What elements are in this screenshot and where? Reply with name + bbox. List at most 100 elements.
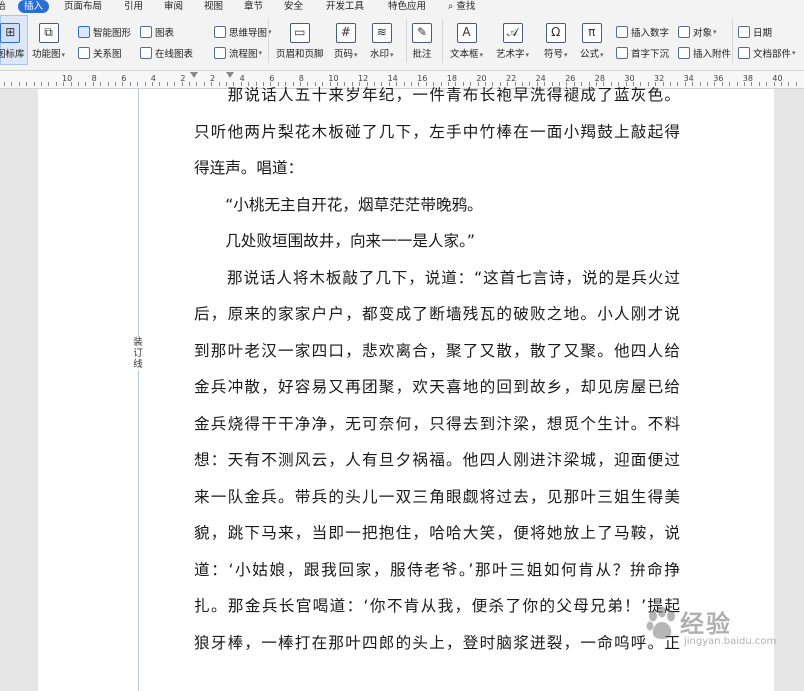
relation-chart-icon [78, 47, 90, 59]
text-line[interactable]: 金兵冲散，好容易又再团聚，欢天喜地的回到故乡，却见房屋已给 [194, 375, 680, 412]
ruler-tick [181, 82, 183, 86]
binding-line [138, 89, 139, 691]
online-chart-button[interactable]: 在线图表 [140, 46, 193, 60]
page-number-button[interactable]: # 页码▾ [334, 23, 358, 60]
insert-attachment-button[interactable]: 插入附件 [678, 46, 731, 60]
text-line[interactable]: “小桃无主自开花，烟草茫茫带晚鸦。 [194, 193, 680, 230]
text-line[interactable]: 后，原来的家家户户，都变成了断墙残瓦的破败之地。小人刚才说 [194, 302, 680, 339]
ruler-tick [758, 82, 760, 86]
text-line[interactable]: 扎。那金兵长官喝道：‘你不肯从我，便杀了你的父母兄弟！’提起 [194, 594, 680, 631]
text-line[interactable]: 狼牙棒，一棒打在那叶四郎的头上，登时脑浆迸裂，一命呜呼。正 [194, 631, 680, 668]
paw-icon [646, 606, 675, 639]
wps-writer-window: 始 插入 页面布局 引用 审阅 视图 章节 安全 开发工具 特色应用 ⌕ 查找 … [0, 0, 804, 691]
flow-chart-icon [214, 47, 226, 59]
omega-icon: Ω [545, 23, 566, 43]
tab-security[interactable]: 安全 [284, 0, 303, 13]
formula-button[interactable]: π 公式▾ [580, 23, 604, 60]
watermark-text: 经验 [680, 610, 732, 638]
binding-line-label: 装订线 [130, 337, 146, 370]
comment-icon: ✎ [412, 23, 432, 43]
grid-icon: ⊞ [0, 23, 21, 43]
ribbon-separator [732, 19, 733, 63]
text-line[interactable]: 想：天有不测风云，人有旦夕祸福。他四人刚进汴梁城，迎面便过 [194, 448, 680, 485]
header-footer-icon: ▭ [289, 23, 310, 43]
text-line[interactable]: 只听他两片梨花木板碰了几下，左手中竹棒在一面小羯鼓上敲起得 [194, 120, 680, 157]
object-icon [678, 26, 690, 38]
tab-insert[interactable]: 插入 [18, 0, 50, 13]
text-line[interactable]: 金兵烧得干干净净，无可奈何，只得去到汴梁，想觅个生计。不料 [194, 412, 680, 449]
doc-parts-icon [738, 47, 750, 59]
text-line[interactable]: 那说话人将木板敲了几下，说道：“这首七言诗，说的是兵火过 [194, 266, 680, 303]
ruler-tick [166, 82, 168, 86]
watermark-button[interactable]: ≋ 水印▾ [370, 23, 394, 60]
function-chart-icon: ⧉ [38, 23, 59, 43]
art-text-button[interactable]: 𝒜 艺术字▾ [496, 23, 529, 60]
ruler-tick [85, 82, 87, 86]
function-chart-button[interactable]: ⧉ 功能图▾ [32, 23, 65, 60]
ruler-tick [781, 82, 782, 86]
ruler-tick [751, 82, 753, 86]
text-box-button[interactable]: A 文本框▾ [450, 23, 483, 60]
text-line[interactable]: 得连声。唱道： [194, 156, 680, 193]
tab-review[interactable]: 审阅 [164, 0, 183, 13]
doc-parts-button[interactable]: 文档部件 ▾ [738, 46, 796, 60]
ruler-tick [707, 82, 708, 86]
comment-button[interactable]: ✎ 批注 [412, 23, 432, 60]
date-button[interactable]: 日期 [738, 25, 772, 39]
indent-marker[interactable] [226, 72, 234, 78]
page-number-icon: # [335, 23, 356, 43]
calendar-icon [738, 26, 750, 38]
text-line[interactable]: 道：‘小姑娘，跟我回家，服侍老爷。’那叶三姐如何肯从？拚命挣 [194, 558, 680, 595]
menu-tab-bar: 始 插入 页面布局 引用 审阅 视图 章节 安全 开发工具 特色应用 ⌕ 查找 [0, 0, 804, 13]
text-line[interactable]: 几处败垣围故井，向来一一是人家。” [194, 229, 680, 266]
ruler-tick [152, 82, 153, 86]
ruler-tick [773, 82, 775, 86]
online-chart-icon [140, 47, 152, 59]
text-box-icon: A [456, 23, 477, 43]
indent-marker[interactable] [190, 72, 198, 78]
ruler-tick [699, 82, 701, 86]
mind-map-button[interactable]: 思维导图 ▾ [214, 25, 272, 39]
ribbon-separator [268, 19, 269, 63]
flow-chart-button[interactable]: 流程图 ▾ [214, 46, 262, 60]
tab-featured-apps[interactable]: 特色应用 [388, 0, 426, 13]
tab-developer-tools[interactable]: 开发工具 [326, 0, 364, 13]
ruler-tick [4, 82, 5, 86]
smart-shape-button[interactable]: 智能图形 [78, 25, 131, 39]
document-body[interactable]: 那说话人五十来岁年纪，一件青布长袍早洗得褪成了蓝灰色。 只听他两片梨花木板碰了几下… [194, 83, 680, 667]
tab-chapter[interactable]: 章节 [244, 0, 263, 13]
ruler-tick [11, 82, 13, 86]
tab-references[interactable]: 引用 [124, 0, 143, 13]
drop-cap-icon [616, 47, 628, 59]
object-button[interactable]: 对象 ▾ [678, 25, 717, 39]
ruler-tick [100, 82, 102, 86]
text-line[interactable]: 来一队金兵。带兵的头儿一双三角眼觑将过去，见那叶三姐生得美 [194, 485, 680, 522]
tab-view[interactable]: 视图 [204, 0, 223, 13]
drop-cap-button[interactable]: 首字下沉 [616, 46, 669, 60]
text-line[interactable]: 貌，跳下马来，当即一把抱住，哈哈大笑，便将她放上了马鞍，说 [194, 521, 680, 558]
insert-ribbon: ⊞ 图标库 ⧉ 功能图▾ 智能图形 关系图 图表 在线图表 思维导图 ▾ 流程图 ▾… [0, 13, 804, 71]
insert-number-button[interactable]: 插入数字 [616, 25, 669, 39]
relation-chart-button[interactable]: 关系图 [78, 46, 122, 60]
insert-number-icon [616, 26, 628, 38]
ruler-tick [122, 82, 124, 86]
icon-library-button[interactable]: ⊞ 图标库 [0, 23, 25, 60]
text-line[interactable]: 那说话人五十来岁年纪，一件青布长袍早洗得褪成了蓝灰色。 [194, 83, 680, 120]
symbol-button[interactable]: Ω 符号▾ [544, 23, 568, 60]
watermark-icon: ≋ [371, 23, 392, 43]
text-line[interactable]: 到那叶老汉一家四口，悲欢离合，聚了又散，散了又聚。他四人给 [194, 339, 680, 376]
ribbon-separator [442, 19, 443, 63]
tab-page-layout[interactable]: 页面布局 [64, 0, 102, 13]
menu-tab-start-partial[interactable]: 始 [0, 0, 6, 13]
ruler-tick [159, 82, 161, 86]
ruler-tick [744, 82, 745, 86]
ruler-tick [736, 82, 738, 86]
art-text-icon: 𝒜 [502, 23, 523, 43]
header-footer-button[interactable]: ▭ 页眉和页脚 [276, 23, 324, 60]
ruler-tick [692, 82, 694, 86]
search-tab[interactable]: ⌕ 查找 [448, 0, 475, 13]
chart-button[interactable]: 图表 [140, 25, 174, 39]
ruler-tick [137, 82, 139, 86]
ruler-tick [26, 82, 28, 86]
ribbon-separator [406, 19, 407, 63]
